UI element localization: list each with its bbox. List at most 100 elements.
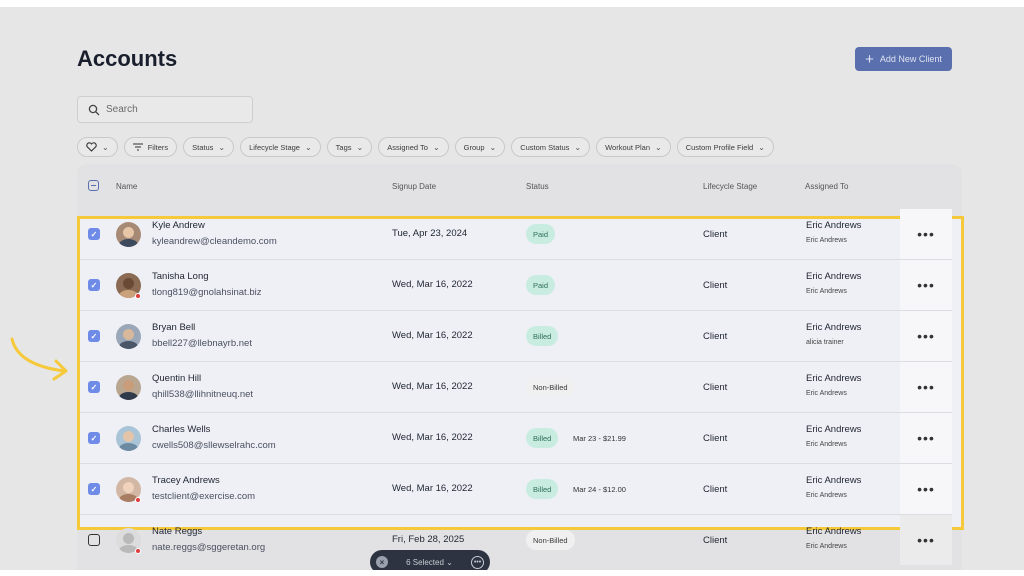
row-checkbox[interactable]: ✓ [88, 279, 100, 291]
row-checkbox[interactable]: ✓ [88, 381, 100, 393]
row-checkbox[interactable]: ✓ [88, 228, 100, 240]
search-input[interactable]: Search [77, 96, 253, 123]
client-name[interactable]: Charles Wells [152, 424, 210, 435]
client-name[interactable]: Nate Reggs [152, 526, 202, 537]
lifecycle-stage: Client [703, 229, 728, 240]
page-title: Accounts [77, 46, 178, 71]
assigned-to: Eric Andrews [806, 322, 862, 333]
client-name[interactable]: Bryan Bell [152, 322, 195, 333]
lifecycle-stage: Client [703, 535, 728, 546]
client-name[interactable]: Quentin Hill [152, 373, 201, 384]
client-email: bbell227@llebnayrb.net [152, 338, 252, 349]
chevron-down-icon: ⌄ [655, 142, 662, 152]
lifecycle-stage: Client [703, 484, 728, 495]
assigned-to: Eric Andrews [806, 526, 862, 537]
assigned-to-filter[interactable]: Assigned To ⌄ [378, 137, 449, 157]
column-assigned-to[interactable]: Assigned To [805, 182, 848, 191]
status-badge: Non-Billed [526, 530, 575, 550]
add-new-client-button[interactable]: + Add New Client [855, 47, 952, 71]
row-checkbox[interactable]: ✓ [88, 432, 100, 444]
signup-date: Wed, Mar 16, 2022 [392, 330, 473, 341]
group-filter[interactable]: Group ⌄ [454, 137, 506, 157]
column-signup-date[interactable]: Signup Date [392, 182, 436, 191]
row-checkbox[interactable] [88, 534, 100, 546]
table-row[interactable]: ✓ Tracey Andrews testclient@exercise.com… [80, 464, 952, 515]
more-actions-icon[interactable]: ••• [471, 555, 484, 569]
assigned-to-secondary: Eric Andrews [806, 390, 847, 397]
avatar [116, 375, 141, 400]
row-checkbox[interactable]: ✓ [88, 483, 100, 495]
pointer-arrow-icon [10, 337, 68, 381]
status-badge: Billed [526, 428, 559, 448]
lifecycle-stage: Client [703, 382, 728, 393]
assigned-to-secondary: Eric Andrews [806, 237, 847, 244]
assigned-to: Eric Andrews [806, 373, 862, 384]
column-status[interactable]: Status [526, 182, 549, 191]
billing-amount: Mar 24 - $12.00 [573, 485, 626, 494]
more-icon[interactable]: ••• [900, 464, 952, 514]
client-email: testclient@exercise.com [152, 491, 256, 502]
status-badge: Billed [526, 479, 559, 499]
search-placeholder: Search [106, 104, 138, 115]
table-row[interactable]: ✓ Kyle Andrew kyleandrew@cleandemo.com T… [80, 209, 952, 260]
client-email: kyleandrew@cleandemo.com [152, 236, 277, 247]
assigned-to-filter-label: Assigned To [387, 142, 428, 152]
workout-plan-filter[interactable]: Workout Plan ⌄ [596, 137, 671, 157]
table-row[interactable]: ✓ Tanisha Long tlong819@gnolahsinat.biz … [80, 260, 952, 311]
chevron-down-icon: ⌄ [432, 142, 440, 152]
search-icon [88, 104, 100, 115]
billing-amount: Mar 23 - $21.99 [573, 434, 626, 443]
filter-bar: ⌄ Filters Status ⌄ Lifecycle Stage ⌄ Tags ⌄… [77, 137, 774, 157]
more-icon[interactable]: ••• [900, 413, 952, 463]
column-name[interactable]: Name [116, 182, 137, 191]
status-dot [135, 293, 141, 299]
lifecycle-stage-filter[interactable]: Lifecycle Stage ⌄ [240, 137, 321, 157]
client-email: nate.reggs@sggeretan.org [152, 542, 266, 553]
assigned-to-secondary: Eric Andrews [806, 288, 847, 295]
chevron-down-icon: ⌄ [304, 142, 312, 152]
assigned-to-secondary: Eric Andrews [806, 492, 847, 499]
favorites-filter[interactable]: ⌄ [77, 137, 118, 157]
heart-icon [86, 142, 97, 152]
close-icon[interactable]: × [376, 556, 388, 568]
column-lifecycle-stage[interactable]: Lifecycle Stage [703, 182, 757, 191]
avatar [116, 222, 141, 247]
client-name[interactable]: Tracey Andrews [152, 475, 220, 486]
more-icon[interactable]: ••• [900, 311, 952, 361]
more-icon[interactable]: ••• [900, 515, 952, 565]
more-icon[interactable]: ••• [900, 260, 952, 310]
status-badge: Paid [526, 275, 556, 295]
filter-icon [132, 143, 143, 151]
workout-plan-filter-label: Workout Plan [605, 142, 650, 152]
signup-date: Fri, Feb 28, 2025 [392, 534, 465, 545]
select-all-checkbox[interactable] [88, 180, 99, 191]
more-icon[interactable]: ••• [900, 362, 952, 412]
table-row[interactable]: Nate Reggs nate.reggs@sggeretan.org Fri,… [80, 515, 952, 566]
row-checkbox[interactable]: ✓ [88, 330, 100, 342]
status-badge: Billed [526, 326, 559, 346]
client-name[interactable]: Tanisha Long [152, 271, 209, 282]
tags-filter[interactable]: Tags ⌄ [326, 137, 373, 157]
client-email: qhill538@llihnitneuq.net [152, 389, 254, 400]
chevron-down-icon: ⌄ [758, 142, 765, 152]
selection-dropdown[interactable]: 6 Selected ⌄ [406, 558, 453, 567]
status-dot [135, 548, 141, 554]
table-row[interactable]: ✓ Bryan Bell bbell227@llebnayrb.net Wed,… [80, 311, 952, 362]
filters-button[interactable]: Filters [123, 137, 178, 157]
client-name[interactable]: Kyle Andrew [152, 220, 205, 231]
assigned-to-secondary: Eric Andrews [806, 543, 847, 550]
table-row[interactable]: ✓ Quentin Hill qhill538@llihnitneuq.net … [80, 362, 952, 413]
group-filter-label: Group [463, 142, 485, 152]
signup-date: Wed, Mar 16, 2022 [392, 432, 473, 443]
custom-status-filter[interactable]: Custom Status ⌄ [511, 137, 591, 157]
table-row[interactable]: ✓ Charles Wells cwells508@sllewselrahc.c… [80, 413, 952, 464]
custom-profile-field-filter[interactable]: Custom Profile Field ⌄ [676, 137, 774, 157]
chevron-down-icon: ⌄ [574, 142, 582, 152]
lifecycle-stage-filter-label: Lifecycle Stage [249, 142, 300, 152]
lifecycle-stage: Client [703, 280, 728, 291]
more-icon[interactable]: ••• [900, 209, 952, 259]
assigned-to-secondary: Eric Andrews [806, 441, 847, 448]
lifecycle-stage: Client [703, 331, 728, 342]
status-badge: Non-Billed [526, 377, 575, 397]
status-filter[interactable]: Status ⌄ [183, 137, 235, 157]
